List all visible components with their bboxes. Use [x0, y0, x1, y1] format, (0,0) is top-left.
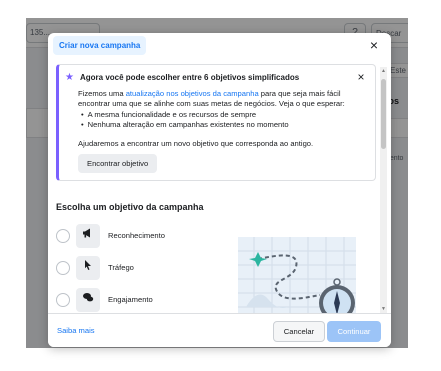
objective-section-title: Escolha um objetivo da campanha [56, 202, 204, 212]
page: 135... ? Descar Este ios mento Criar nov… [0, 0, 441, 371]
cursor-icon [76, 256, 100, 280]
notice-close-icon[interactable]: × [353, 69, 369, 85]
cancel-button[interactable]: Cancelar [273, 321, 325, 342]
dialog-header: Criar nova campanha × [48, 33, 391, 59]
create-campaign-dialog: Criar nova campanha × ★ Agora você pode … [48, 33, 391, 347]
objective-label: Engajamento [108, 295, 153, 304]
star-icon: ★ [65, 72, 74, 83]
vertical-scrollbar[interactable]: ▲ ▼ [380, 67, 387, 313]
radio-button[interactable] [56, 261, 70, 275]
learn-more-link[interactable]: Saiba mais [57, 326, 95, 335]
radio-button[interactable] [56, 293, 70, 307]
list-item: Nenhuma alteração em campanhas existente… [81, 120, 289, 130]
objective-option-awareness[interactable]: Reconhecimento [56, 224, 216, 248]
objective-option-traffic[interactable]: Tráfego [56, 256, 216, 280]
scroll-down-arrow-icon[interactable]: ▼ [380, 305, 387, 313]
chat-bubbles-icon [76, 288, 100, 312]
dialog-title: Criar nova campanha [53, 36, 147, 55]
dialog-body[interactable]: ★ Agora você pode escolher entre 6 objet… [48, 59, 391, 313]
find-objective-button[interactable]: Encontrar objetivo [78, 154, 158, 173]
scroll-up-arrow-icon[interactable]: ▲ [380, 67, 387, 75]
close-icon[interactable]: × [366, 37, 382, 53]
notice-bullet-list: A mesma funcionalidade e os recursos de … [81, 110, 289, 130]
notice-body-text: Fizemos uma [78, 89, 126, 98]
notice-help-text: Ajudaremos a encontrar um novo objetivo … [78, 139, 314, 148]
map-compass-illustration [238, 237, 356, 313]
objective-label: Reconhecimento [108, 231, 165, 240]
objective-option-engagement[interactable]: Engajamento [56, 288, 216, 312]
objectives-update-link[interactable]: atualização nos objetivos da campanha [126, 89, 259, 98]
scrollbar-thumb[interactable] [381, 79, 386, 149]
notice-title: Agora você pode escolher entre 6 objetiv… [80, 73, 300, 82]
list-item: A mesma funcionalidade e os recursos de … [81, 110, 289, 120]
objectives-update-notice: ★ Agora você pode escolher entre 6 objet… [56, 64, 376, 181]
notice-body: Fizemos uma atualização nos objetivos da… [78, 89, 374, 109]
dialog-footer: Saiba mais Cancelar Continuar [48, 313, 391, 347]
continue-button[interactable]: Continuar [327, 321, 381, 342]
megaphone-icon [76, 224, 100, 248]
objective-label: Tráfego [108, 263, 134, 272]
radio-button[interactable] [56, 229, 70, 243]
